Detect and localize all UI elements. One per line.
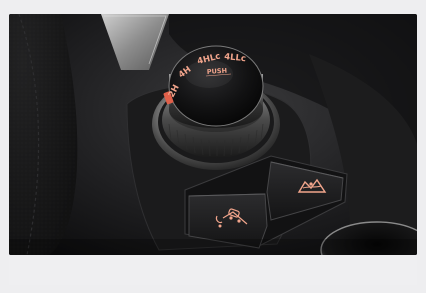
- drive-mode-selector-photo: 2H 4H 4HLc 4LLc PUSH: [9, 14, 417, 255]
- caption-area: [9, 255, 417, 285]
- product-photo: 2H 4H 4HLc 4LLc PUSH: [9, 14, 417, 255]
- page: 2H 4H 4HLc 4LLc PUSH: [0, 0, 426, 293]
